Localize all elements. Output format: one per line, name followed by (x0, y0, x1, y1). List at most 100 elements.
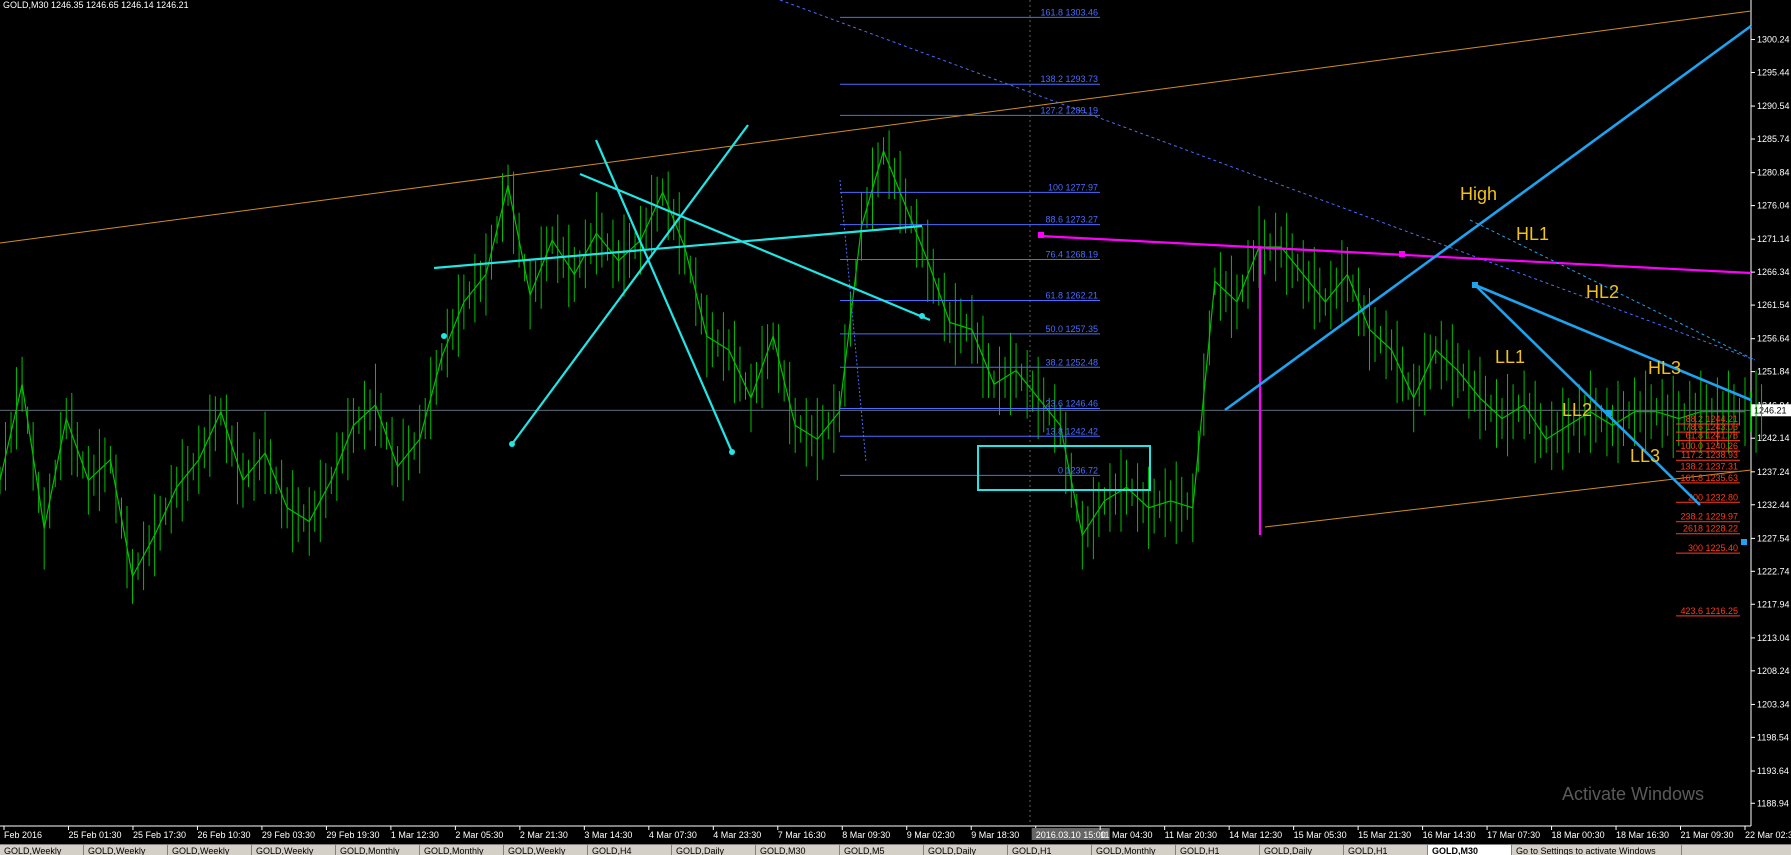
y-tick-label: 1300.24 (1757, 35, 1790, 45)
fib-level-label: 13.8 1242.42 (1045, 426, 1098, 436)
blue-trend-line (1224, 24, 1752, 412)
x-tick-label: 15 Mar 21:30 (1358, 830, 1411, 840)
fib-level-label: 161.8 1303.46 (1040, 7, 1098, 17)
x-tick-label: 22 Mar 02:30 (1745, 830, 1791, 840)
blue-trend-line (1474, 284, 1701, 506)
fib-level-label: 23.6 1246.46 (1045, 399, 1098, 409)
fib-level-label: 61.8 1262.21 (1045, 290, 1098, 300)
y-tick-label: 1290.54 (1757, 101, 1790, 111)
fib-ext-label: 238.2 1229.97 (1680, 512, 1738, 522)
x-tick-label: 2016.03.10 15:00 (1036, 830, 1106, 840)
y-tick-label: 1208.24 (1757, 666, 1790, 676)
y-tick-label: 1232.44 (1757, 500, 1790, 510)
annotation-hl1: HL1 (1516, 224, 1549, 244)
y-tick-label: 1213.04 (1757, 633, 1790, 643)
x-tick-label: 11 Mar 20:30 (1165, 830, 1217, 840)
fib-ext-label: 117.2 1238.93 (1681, 450, 1738, 460)
arrow-head (509, 441, 515, 447)
annotation-ll2: LL2 (1562, 400, 1592, 420)
magenta-anchor (1038, 232, 1044, 238)
y-tick-label: 1217.94 (1757, 599, 1790, 609)
fib-ext-label: 423.6 1216.25 (1680, 606, 1738, 616)
x-tick-label: 3 Mar 14:30 (584, 830, 632, 840)
trendline-upper-orange (0, 10, 1752, 244)
cyan-pattern-line (594, 139, 734, 453)
y-tick-label: 1198.54 (1757, 732, 1789, 742)
fib-ext-label: 61.8 1241.78 (1685, 431, 1738, 441)
chart-header: GOLD,M30 1246.35 1246.65 1246.14 1246.21 (3, 0, 189, 10)
magenta-resistance-line (1039, 234, 1752, 275)
x-tick-label: 26 Feb 10:30 (197, 830, 250, 840)
x-tick-label: 18 Mar 16:30 (1616, 830, 1669, 840)
y-tick-label: 1251.84 (1757, 367, 1790, 377)
arrow-head (729, 449, 735, 455)
trendline-lower-orange (1264, 469, 1752, 528)
y-tick-label: 1266.34 (1757, 267, 1790, 277)
x-tick-label: 2 Mar 05:30 (455, 830, 503, 840)
annotation-hl3: HL3 (1648, 358, 1681, 378)
y-tick-label: 1276.04 (1757, 201, 1790, 211)
x-tick-label: 1 Mar 12:30 (391, 830, 439, 840)
fib-ext-label: 300 1225.40 (1688, 543, 1738, 553)
arrow-head (441, 333, 447, 339)
y-tick-label: 1193.64 (1757, 766, 1789, 776)
x-tick-label: 9 Mar 18:30 (971, 830, 1019, 840)
current-price-label: 1246.21 (1754, 405, 1787, 415)
arrow-head (919, 313, 925, 319)
chart-tab-bar: GOLD,Weekly GOLD,Weekly GOLD,Weekly GOLD,We… (0, 844, 1791, 855)
x-tick-label: 14 Mar 12:30 (1229, 830, 1282, 840)
annotation-ll3: LL3 (1630, 446, 1660, 466)
blue-anchor (1741, 539, 1747, 545)
magenta-anchor (1399, 251, 1405, 257)
cyan-pattern-line (511, 124, 749, 445)
blue-anchor (1606, 410, 1612, 416)
price-chart[interactable]: 1300.24 1295.44 1290.54 1285.74 1280.84 1276.… (0, 0, 1791, 854)
x-tick-label: 2 Mar 21:30 (520, 830, 568, 840)
y-tick-label: 1237.24 (1757, 467, 1790, 477)
fib-level-label: 138.2 1293.73 (1040, 74, 1098, 84)
trendline-dashed-long (779, 0, 1756, 361)
x-tick-label: 25 Feb 17:30 (133, 830, 186, 840)
fib-ext-label: 161.8 1235.63 (1680, 473, 1738, 483)
fib-ext-label: 138.2 1237.31 (1680, 461, 1738, 471)
y-tick-label: 1256.64 (1757, 334, 1790, 344)
x-tick-label: 4 Mar 07:30 (649, 830, 697, 840)
fib-ext-label: 2618 1228.22 (1683, 524, 1738, 534)
y-tick-label: 1188.94 (1757, 798, 1789, 808)
cyan-pattern-line (433, 224, 923, 270)
blue-anchor (1472, 282, 1478, 288)
x-tick-label: 16 Mar 14:30 (1423, 830, 1476, 840)
x-tick-label: 9 Mar 02:30 (907, 830, 955, 840)
annotation-ll1: LL1 (1495, 347, 1525, 367)
fib-level-label: 50.0 1257.35 (1045, 324, 1098, 334)
fib-level-label: 127.2 1289.19 (1040, 105, 1098, 115)
x-tick-label: 8 Mar 09:30 (842, 830, 890, 840)
x-tick-label: 29 Feb 03:30 (262, 830, 315, 840)
y-tick-label: 1227.54 (1757, 533, 1790, 543)
y-tick-label: 1285.74 (1757, 134, 1790, 144)
y-tick-label: 1280.84 (1757, 168, 1790, 178)
fib-level-label: 88.6 1273.27 (1045, 215, 1098, 225)
blue-trend-line (1474, 283, 1752, 402)
y-tick-label: 1222.74 (1757, 566, 1790, 576)
x-tick-label: 4 Mar 23:30 (713, 830, 761, 840)
x-tick-label: 25 Feb 01:30 (68, 830, 121, 840)
x-tick-label: 7 Mar 16:30 (778, 830, 826, 840)
y-tick-label: 1261.54 (1757, 300, 1790, 310)
y-tick-label: 1271.14 (1757, 234, 1790, 244)
fib-level-label: 76.4 1268.19 (1045, 249, 1098, 259)
x-tick-label: 17 Mar 07:30 (1487, 830, 1540, 840)
y-tick-label: 1295.44 (1757, 67, 1790, 77)
annotation-high: High (1460, 184, 1497, 204)
watermark-text: Activate Windows (1562, 784, 1704, 804)
fib-level-label: 100 1277.97 (1048, 182, 1098, 192)
y-tick-label: 1203.34 (1757, 699, 1790, 709)
x-tick-label: Feb 2016 (4, 830, 42, 840)
x-tick-label: 15 Mar 05:30 (1294, 830, 1347, 840)
x-tick-label: 11 Mar 04:30 (1100, 830, 1152, 840)
fib-level-label: 0 1236.72 (1058, 465, 1098, 475)
x-tick-label: 18 Mar 00:30 (1552, 830, 1605, 840)
fib-level-label: 38.2 1252.48 (1045, 357, 1098, 367)
x-tick-label: 29 Feb 19:30 (326, 830, 379, 840)
annotation-hl2: HL2 (1586, 282, 1619, 302)
